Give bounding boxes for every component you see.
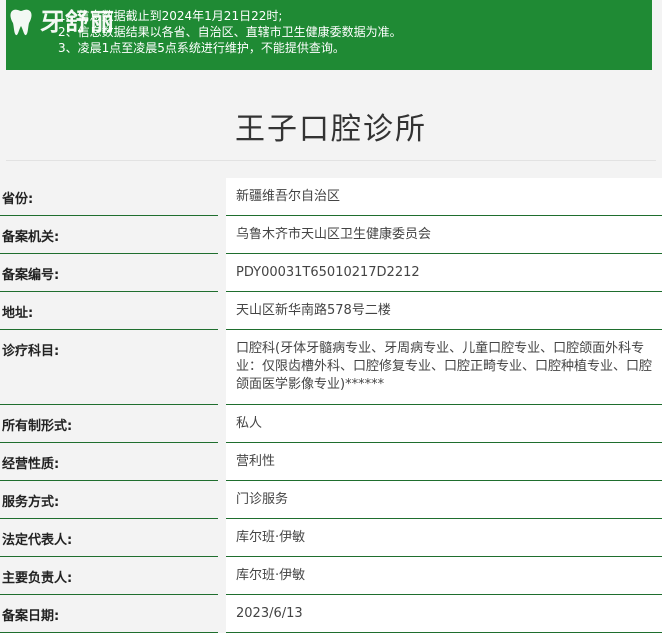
clinic-name: 王子口腔诊所 [235,112,427,147]
info-row-legal-representative: 法定代表人: 库尔班·伊敏 [0,518,662,557]
info-row-authority: 备案机关: 乌鲁木齐市天山区卫生健康委员会 [0,215,662,254]
info-row-principal: 主要负责人: 库尔班·伊敏 [0,556,662,595]
row-label: 服务方式: [0,480,218,519]
info-row-record-date: 备案日期: 2023/6/13 [0,594,662,633]
row-label: 备案编号: [0,253,218,292]
row-value: 营利性 [226,442,662,481]
notice-line-1: 1、信息数据截止到2024年1月21日22时; [58,9,283,23]
row-value: 天山区新华南路578号二楼 [226,291,662,330]
row-label: 地址: [0,291,218,330]
info-row-ownership: 所有制形式: 私人 [0,404,662,443]
row-label: 备案日期: [0,594,218,633]
info-row-address: 地址: 天山区新华南路578号二楼 [0,291,662,330]
row-label: 备案机关: [0,215,218,254]
brand-name: 牙舒丽 [40,7,115,36]
row-label: 主要负责人: [0,556,218,595]
row-label: 诊疗科目: [0,329,218,405]
site-logo[interactable]: 牙舒丽 [8,4,133,40]
info-row-subjects: 诊疗科目: 口腔科(牙体牙髓病专业、牙周病专业、儿童口腔专业、口腔颌面外科专业：… [0,329,662,405]
row-label: 经营性质: [0,442,218,481]
tooth-icon [10,9,32,36]
info-row-province: 省份: 新疆维吾尔自治区 [0,178,662,216]
row-value: 乌鲁木齐市天山区卫生健康委员会 [226,215,662,254]
row-value: 私人 [226,404,662,443]
row-value: 库尔班·伊敏 [226,556,662,595]
row-value: PDY00031T65010217D2212 [226,253,662,292]
row-label: 所有制形式: [0,404,218,443]
notice-line-3: 3、凌晨1点至凌晨5点系统进行维护，不能提供查询。 [58,41,345,55]
divider [6,160,656,161]
notice-line-2: 2、信息数据结果以各省、自治区、直辖市卫生健康委数据为准。 [58,25,402,39]
info-row-service-type: 服务方式: 门诊服务 [0,480,662,519]
row-label: 省份: [0,178,218,216]
info-row-business-nature: 经营性质: 营利性 [0,442,662,481]
row-value: 新疆维吾尔自治区 [226,178,662,216]
row-value: 2023/6/13 [226,594,662,633]
row-value: 口腔科(牙体牙髓病专业、牙周病专业、儿童口腔专业、口腔颌面外科专业：仅限齿槽外科… [226,329,662,405]
clinic-info-table: 省份: 新疆维吾尔自治区 备案机关: 乌鲁木齐市天山区卫生健康委员会 备案编号:… [0,178,662,633]
row-label: 法定代表人: [0,518,218,557]
info-row-record-number: 备案编号: PDY00031T65010217D2212 [0,253,662,292]
row-value: 库尔班·伊敏 [226,518,662,557]
row-value: 门诊服务 [226,480,662,519]
